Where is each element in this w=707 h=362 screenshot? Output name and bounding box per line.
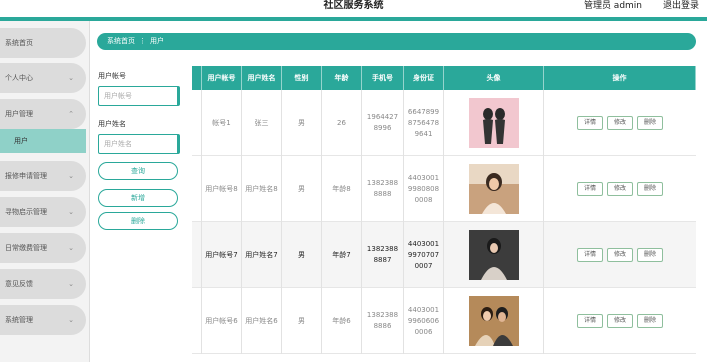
row-delete-button[interactable]: 删除 [637, 116, 663, 130]
row-checkbox[interactable] [192, 288, 202, 354]
avatar-image [468, 98, 519, 148]
checkbox-header[interactable] [192, 66, 202, 90]
table-row: 用户帐号7 用户姓名7 男 年龄7 13823888887 4403001997… [192, 222, 696, 288]
account-search-input[interactable]: 用户帐号 [98, 86, 180, 106]
cell-account: 用户帐号7 [202, 222, 242, 288]
cell-name: 用户姓名6 [242, 288, 282, 354]
current-user: 管理员 admin [583, 1, 642, 11]
cell-idcard: 664789987564789641 [404, 90, 444, 156]
header-idcard: 身份证 [404, 66, 444, 90]
detail-button[interactable]: 详情 [577, 116, 603, 130]
sidebar-item-system[interactable]: 系统管理 ⌄ [0, 305, 86, 335]
cell-age: 年龄7 [322, 222, 362, 288]
top-bar: 社区服务系统 管理员 admin 退出登录 [0, 0, 707, 17]
breadcrumb: 系统首页 ⋮ 用户 [97, 33, 696, 50]
header-name: 用户姓名 [242, 66, 282, 90]
sidebar-item-repair[interactable]: 报修申请管理 ⌄ [0, 161, 86, 191]
detail-button[interactable]: 详情 [577, 314, 603, 328]
header-actions: 操作 [544, 66, 696, 90]
cell-account: 帐号1 [202, 90, 242, 156]
breadcrumb-home[interactable]: 系统首页 [107, 37, 135, 45]
header-gender: 性别 [282, 66, 322, 90]
cell-age: 26 [322, 90, 362, 156]
header-avatar: 头像 [444, 66, 544, 90]
table-row: 用户帐号6 用户姓名6 男 年龄6 13823888886 4403001996… [192, 288, 696, 354]
row-delete-button[interactable]: 删除 [637, 182, 663, 196]
sidebar-item-label: 报修申请管理 [5, 172, 47, 180]
row-checkbox[interactable] [192, 222, 202, 288]
cell-phone: 19644278996 [362, 90, 404, 156]
sidebar-item-label: 个人中心 [5, 74, 33, 82]
breadcrumb-current: 用户 [150, 37, 164, 45]
chevron-down-icon: ⌄ [68, 316, 74, 324]
sidebar-item-label: 意见反馈 [5, 280, 33, 288]
cell-gender: 男 [282, 156, 322, 222]
cell-name: 张三 [242, 90, 282, 156]
sidebar-item-payment[interactable]: 日常缴费管理 ⌄ [0, 233, 86, 263]
table-header: 用户帐号 用户姓名 性别 年龄 手机号 身份证 头像 操作 [192, 66, 696, 90]
breadcrumb-separator: ⋮ [139, 37, 146, 45]
cell-idcard: 440300199808080008 [404, 156, 444, 222]
sidebar-item-feedback[interactable]: 意见反馈 ⌄ [0, 269, 86, 299]
name-search-input[interactable]: 用户姓名 [98, 134, 180, 154]
cell-age: 年龄8 [322, 156, 362, 222]
row-delete-button[interactable]: 删除 [637, 248, 663, 262]
chevron-down-icon: ⌄ [68, 172, 74, 180]
row-checkbox[interactable] [192, 90, 202, 156]
cell-idcard: 440300199606060006 [404, 288, 444, 354]
cell-idcard: 440300199707070007 [404, 222, 444, 288]
edit-button[interactable]: 修改 [607, 314, 633, 328]
delete-button[interactable]: 删除 [98, 212, 178, 230]
user-table: 用户帐号 用户姓名 性别 年龄 手机号 身份证 头像 操作 帐号1 张三 男 2… [192, 66, 696, 362]
row-checkbox[interactable] [192, 156, 202, 222]
avatar-image [468, 164, 519, 214]
sidebar-subitem-users[interactable]: 用户 [0, 129, 86, 153]
sidebar-item-label: 用户管理 [5, 110, 33, 118]
cell-name: 用户姓名7 [242, 222, 282, 288]
cell-gender: 男 [282, 288, 322, 354]
sidebar-item-user-management[interactable]: 用户管理 ⌃ [0, 99, 86, 129]
sidebar: 系统首页 个人中心 ⌄ 用户管理 ⌃ 用户 报修申请管理 ⌄ 寻物启示管理 ⌄ 日常缴费… [0, 21, 90, 362]
chevron-down-icon: ⌄ [68, 74, 74, 82]
cell-phone: 13823888888 [362, 156, 404, 222]
edit-button[interactable]: 修改 [607, 182, 633, 196]
edit-button[interactable]: 修改 [607, 248, 633, 262]
sidebar-item-label: 寻物启示管理 [5, 208, 47, 216]
sidebar-item-lost-found[interactable]: 寻物启示管理 ⌄ [0, 197, 86, 227]
cell-age: 年龄6 [322, 288, 362, 354]
sidebar-item-label: 系统管理 [5, 316, 33, 324]
header-age: 年龄 [322, 66, 362, 90]
sidebar-item-label: 系统首页 [5, 39, 33, 47]
avatar-image [468, 296, 519, 346]
detail-button[interactable]: 详情 [577, 248, 603, 262]
row-delete-button[interactable]: 删除 [637, 314, 663, 328]
sidebar-item-home[interactable]: 系统首页 [0, 28, 86, 58]
cell-gender: 男 [282, 90, 322, 156]
cell-gender: 男 [282, 222, 322, 288]
query-button[interactable]: 查询 [98, 162, 178, 180]
sidebar-item-label: 日常缴费管理 [5, 244, 47, 252]
chevron-down-icon: ⌄ [68, 244, 74, 252]
table-row: 用户帐号8 用户姓名8 男 年龄8 13823888888 4403001998… [192, 156, 696, 222]
cell-phone: 13823888886 [362, 288, 404, 354]
name-label: 用户姓名 [98, 120, 126, 128]
table-row: 帐号1 张三 男 26 19644278996 6647899875647896… [192, 90, 696, 156]
cell-account: 用户帐号8 [202, 156, 242, 222]
header-phone: 手机号 [362, 66, 404, 90]
add-button[interactable]: 新增 [98, 189, 178, 207]
avatar-image [468, 230, 519, 280]
header-divider [0, 17, 707, 21]
cell-phone: 13823888887 [362, 222, 404, 288]
detail-button[interactable]: 详情 [577, 182, 603, 196]
chevron-up-icon: ⌃ [68, 110, 74, 118]
cell-name: 用户姓名8 [242, 156, 282, 222]
logout-link[interactable]: 退出登录 [663, 0, 699, 12]
header-account: 用户帐号 [202, 66, 242, 90]
cell-account: 用户帐号6 [202, 288, 242, 354]
account-label: 用户帐号 [98, 72, 126, 80]
chevron-down-icon: ⌄ [68, 208, 74, 216]
edit-button[interactable]: 修改 [607, 116, 633, 130]
sidebar-item-profile[interactable]: 个人中心 ⌄ [0, 63, 86, 93]
chevron-down-icon: ⌄ [68, 280, 74, 288]
